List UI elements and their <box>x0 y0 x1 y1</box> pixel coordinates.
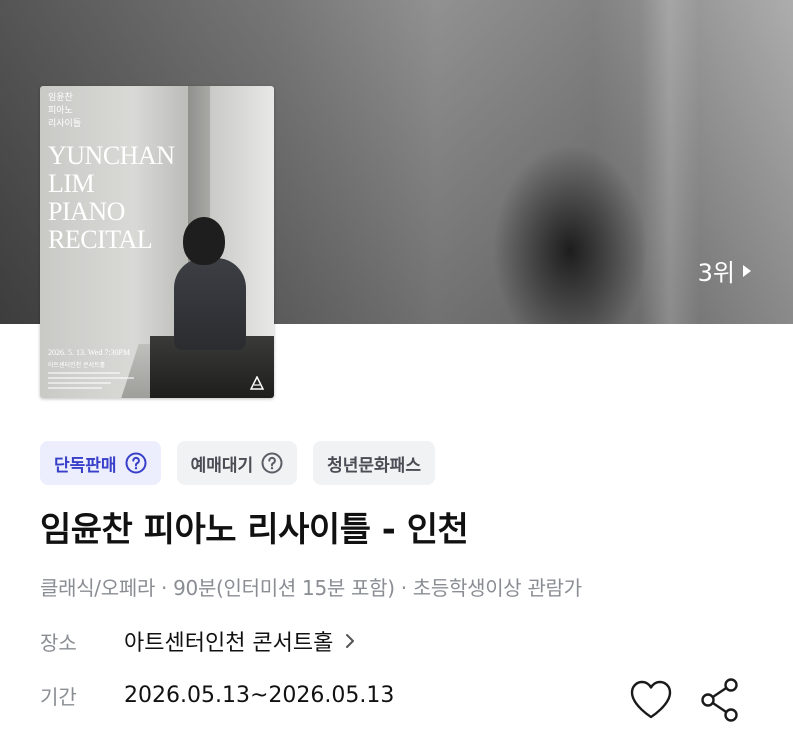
caret-right-icon <box>743 264 751 277</box>
question-circle-icon[interactable] <box>125 452 147 474</box>
venue-label: 장소 <box>40 630 77 655</box>
waitlist-badge[interactable]: 예매대기 <box>176 441 298 485</box>
duration-text: 90분(인터미션 15분 포함) <box>173 576 395 600</box>
poster-image: 임윤찬 피아노 리사이틀 YUNCHAN LIM PIANO RECITAL 2… <box>40 86 274 398</box>
chevron-right-icon <box>346 634 355 648</box>
event-detail-page: 3위 임윤찬 피아노 리사이틀 YUNCHAN LIM PIANO RECITA… <box>0 0 793 750</box>
badge-list: 단독판매 예매대기 청년문화패스 <box>40 441 435 485</box>
ranking-label: 3위 <box>697 259 735 287</box>
period-value: 2026.05.13~2026.05.13 <box>124 683 395 708</box>
event-title: 임윤찬 피아노 리사이틀 - 인천 <box>40 510 469 550</box>
poster-venue: 아트센터인천 콘서트홀 <box>48 362 106 369</box>
heart-icon[interactable] <box>627 676 675 724</box>
poster-ko-title: 임윤찬 피아노 리사이틀 <box>48 93 82 129</box>
performer-figure <box>174 258 246 350</box>
poster-en-title: YUNCHAN LIM PIANO RECITAL <box>48 141 175 254</box>
genre-text: 클래식/오페라 <box>40 576 156 600</box>
age-rating-text: 초등학생이상 관람가 <box>412 576 582 600</box>
venue-link[interactable]: 아트센터인천 콘서트홀 <box>124 625 333 657</box>
question-circle-icon[interactable] <box>261 452 283 474</box>
ranking-link[interactable]: 3위 <box>698 253 751 288</box>
event-meta: 클래식/오페라 · 90분(인터미션 15분 포함) · 초등학생이상 관람가 <box>40 576 582 600</box>
exclusive-sale-badge[interactable]: 단독판매 <box>40 441 161 485</box>
poster-date: 2026. 5. 13. Wed 7:30PM <box>48 348 131 357</box>
period-label: 기간 <box>40 685 77 709</box>
share-icon[interactable] <box>696 676 744 724</box>
poster-fine-print <box>48 372 138 392</box>
organizer-logo-icon <box>250 376 264 390</box>
youth-culture-pass-badge[interactable]: 청년문화패스 <box>313 441 435 485</box>
venue-row[interactable]: 장소 아트센터인천 콘서트홀 <box>40 625 355 657</box>
period-row: 기간 2026.05.13~2026.05.13 <box>40 681 394 710</box>
